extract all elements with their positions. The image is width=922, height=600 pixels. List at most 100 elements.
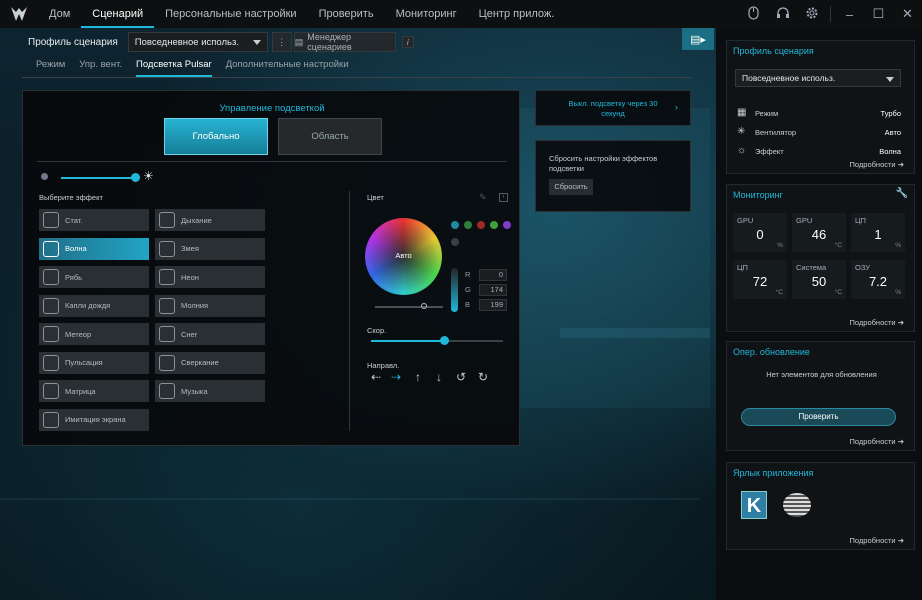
wrench-icon[interactable]: 🔧 xyxy=(896,188,908,199)
monitor-card-title: Мониторинг xyxy=(733,190,783,200)
off-after-button[interactable]: Выкл. подсветку через 30 секунд › xyxy=(535,90,691,126)
effect-4[interactable]: Рябь xyxy=(39,266,149,288)
scenario-row-fan[interactable]: ✳ Вентилятор Авто xyxy=(737,126,901,140)
predator-logo-icon xyxy=(0,0,38,28)
r-input[interactable]: 0 xyxy=(479,269,507,281)
effect-13[interactable]: Музыка xyxy=(155,380,265,402)
monitor-more-link[interactable]: Подробности ➔ xyxy=(850,318,904,327)
eyedropper-icon[interactable]: ✎ xyxy=(479,192,487,203)
effect-8[interactable]: Метеор xyxy=(39,323,149,345)
scenario-row-mode[interactable]: ▦ Режим Турбо xyxy=(737,107,901,121)
g-label: G xyxy=(465,285,471,294)
monitor-cell: Система 50 °C xyxy=(792,260,846,299)
brightness-slider[interactable] xyxy=(131,173,140,182)
lighting-title: Управление подсветкой xyxy=(219,103,325,114)
b-input[interactable]: 199 xyxy=(479,299,507,311)
color-swatch[interactable] xyxy=(464,221,472,229)
color-swatch[interactable] xyxy=(451,221,459,229)
tab-additional-settings[interactable]: Дополнительные настройки xyxy=(226,59,349,77)
main-nav: Дом Сценарий Персональные настройки Пров… xyxy=(38,0,565,28)
monitor-cell-value: 7.2 xyxy=(868,274,888,289)
color-swatch[interactable] xyxy=(503,221,511,229)
info-icon[interactable]: i xyxy=(499,193,508,202)
global-button[interactable]: Глобально xyxy=(164,118,268,155)
area-label: Область xyxy=(311,131,349,142)
effect-5[interactable]: Неон xyxy=(155,266,265,288)
saturation-knob[interactable] xyxy=(421,303,427,309)
effect-7[interactable]: Молния xyxy=(155,294,265,317)
info-icon[interactable]: i xyxy=(401,36,414,48)
monitor-cell-label: GPU xyxy=(796,216,813,225)
app-shortcut-k[interactable]: K xyxy=(741,491,767,519)
direction-left-icon[interactable]: ⇠ xyxy=(371,370,381,384)
effect-0[interactable]: Стат. xyxy=(39,209,149,231)
app-shortcut-k-letter: K xyxy=(746,495,762,517)
choose-effect-label: Выберите эффект xyxy=(39,193,103,202)
monitor-cell-label: Система xyxy=(796,263,827,272)
tab-pulsar-lighting[interactable]: Подсветка Pulsar xyxy=(136,59,212,77)
g-input[interactable]: 174 xyxy=(479,284,507,296)
more-options-button[interactable]: ⋮ xyxy=(271,32,292,52)
scenario-row-effect[interactable]: ☼ Эффект Волна xyxy=(737,145,901,159)
effect-icon xyxy=(159,297,175,314)
color-swatch[interactable] xyxy=(451,238,459,246)
color-swatch[interactable] xyxy=(490,221,498,229)
headset-icon[interactable] xyxy=(768,6,797,23)
effect-6[interactable]: Капли дождя xyxy=(39,294,149,317)
mouse-icon[interactable] xyxy=(739,5,768,23)
nav-monitoring[interactable]: Мониторинг xyxy=(385,0,468,28)
tab-mode[interactable]: Режим xyxy=(36,59,65,77)
profile-select[interactable]: Повседневное использ. xyxy=(127,32,268,52)
effect-1[interactable]: Дыхание xyxy=(155,209,265,231)
effect-3[interactable]: Змея xyxy=(155,237,265,260)
effect-label: Музыка xyxy=(181,386,208,396)
effect-2[interactable]: Волна xyxy=(39,237,149,260)
direction-right-icon[interactable]: ⇢ xyxy=(391,370,401,384)
scenario-card-title: Профиль сценария xyxy=(733,46,814,56)
nav-app-center[interactable]: Центр прилож. xyxy=(468,0,566,28)
minimize-icon[interactable]: – xyxy=(835,7,864,22)
collapse-panel-icon[interactable]: ▤▸ xyxy=(682,28,714,50)
color-label: Цвет xyxy=(367,193,384,202)
nav-scenario[interactable]: Сценарий xyxy=(81,0,155,28)
color-saturation-track[interactable] xyxy=(375,306,443,308)
scenario-more-link[interactable]: Подробности ➔ xyxy=(850,160,904,169)
no-updates-text: Нет элементов для обновления xyxy=(766,370,877,379)
effect-14[interactable]: Имитация экрана xyxy=(39,408,149,431)
rotate-ccw-icon[interactable]: ↺ xyxy=(456,370,466,384)
app-shortcut-coil-icon[interactable] xyxy=(783,493,811,517)
direction-down-icon[interactable]: ↓ xyxy=(436,370,442,384)
shortcuts-more-link[interactable]: Подробности ➔ xyxy=(850,536,904,545)
tab-fan[interactable]: Упр. вент. xyxy=(79,59,122,77)
speed-slider[interactable] xyxy=(439,336,449,345)
scenario-manager-button[interactable]: ▤ Менеджер сценариев xyxy=(293,32,396,52)
rotate-cw-icon[interactable]: ↻ xyxy=(478,370,488,384)
area-button[interactable]: Область xyxy=(278,118,382,155)
direction-up-icon[interactable]: ↑ xyxy=(415,370,421,384)
effect-icon xyxy=(159,212,175,228)
effect-10[interactable]: Пульсация xyxy=(39,351,149,374)
row-value: Авто xyxy=(884,128,901,137)
gear-icon[interactable] xyxy=(797,6,826,23)
row-key: Режим xyxy=(755,109,779,118)
effect-9[interactable]: Снег xyxy=(155,323,265,345)
sidebar-profile-value: Повседневное использ. xyxy=(742,73,836,83)
effect-icon xyxy=(43,411,59,428)
nav-home[interactable]: Дом xyxy=(38,0,81,28)
color-wheel[interactable]: Авто xyxy=(365,218,442,295)
more-label: Подробности xyxy=(849,536,896,545)
update-more-link[interactable]: Подробности ➔ xyxy=(850,437,904,446)
close-icon[interactable]: ✕ xyxy=(893,6,922,22)
effect-11[interactable]: Сверкание xyxy=(155,351,265,374)
effect-12[interactable]: Матрица xyxy=(39,380,149,402)
nav-personal-settings[interactable]: Персональные настройки xyxy=(154,0,307,28)
reset-button[interactable]: Сбросить xyxy=(549,179,593,195)
nav-check[interactable]: Проверить xyxy=(308,0,385,28)
maximize-icon[interactable]: ☐ xyxy=(864,6,893,22)
grid-icon: ▦ xyxy=(737,107,747,118)
color-swatch[interactable] xyxy=(477,221,485,229)
light-icon: ☼ xyxy=(737,145,747,156)
monitor-cell: ЦП 1% xyxy=(851,213,905,252)
check-updates-button[interactable]: Проверить xyxy=(741,408,896,426)
sidebar-profile-select[interactable]: Повседневное использ. xyxy=(735,69,901,87)
